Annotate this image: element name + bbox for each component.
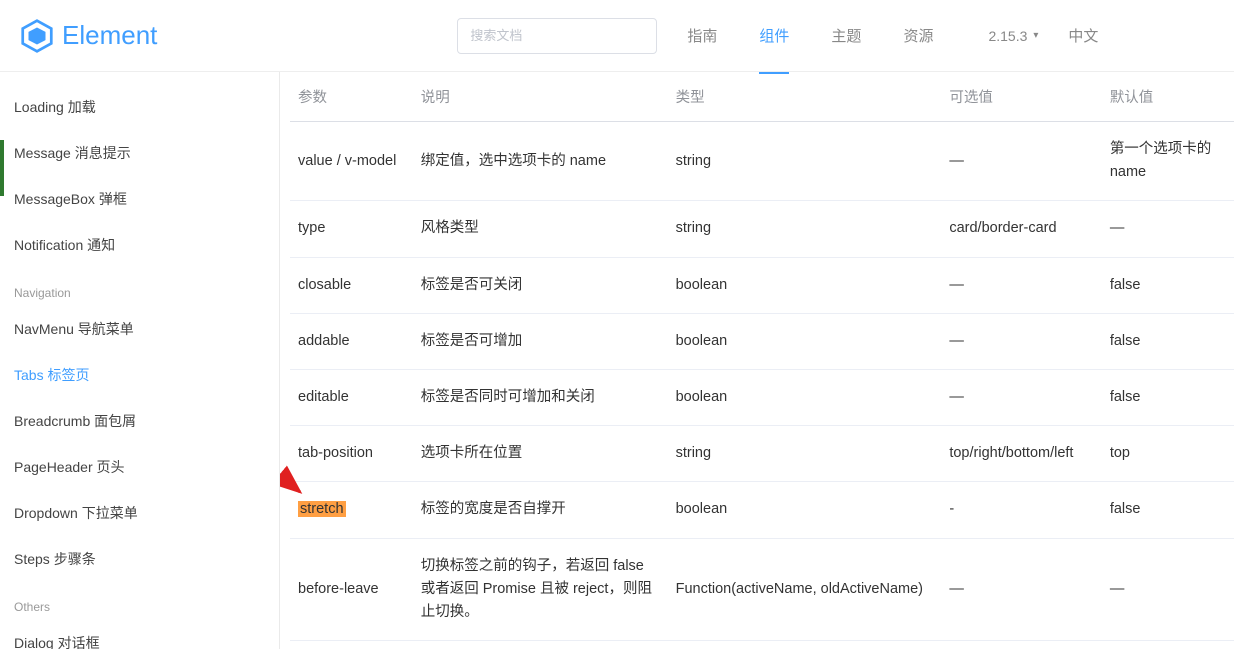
sidebar: Loading 加载Message 消息提示MessageBox 弹框Notif… (0, 72, 280, 649)
table-row: closable标签是否可关闭boolean—false (290, 257, 1234, 313)
cell-type: boolean (668, 482, 942, 538)
cell-type: string (668, 426, 942, 482)
cell-param: tab-position (290, 426, 413, 482)
search-box[interactable] (457, 18, 657, 54)
cell-def: — (1102, 538, 1234, 641)
cell-def: false (1102, 257, 1234, 313)
cell-desc: 标签是否可关闭 (413, 257, 668, 313)
search-input[interactable] (470, 28, 644, 43)
sidebar-item[interactable]: Breadcrumb 面包屑 (14, 398, 279, 444)
cell-param: before-leave (290, 538, 413, 641)
table-row: type风格类型stringcard/border-card— (290, 201, 1234, 257)
cell-param: value / v-model (290, 122, 413, 201)
th-opt: 可选值 (941, 72, 1101, 122)
element-logo-icon (20, 19, 54, 53)
cell-type: boolean (668, 313, 942, 369)
cell-opt: top/right/bottom/left (941, 426, 1101, 482)
scroll-indicator (0, 140, 4, 196)
cell-desc: 标签是否可增加 (413, 313, 668, 369)
cell-opt: — (941, 313, 1101, 369)
sidebar-group-navigation: Navigation (14, 268, 279, 306)
language-selector[interactable]: 中文 (1068, 25, 1098, 46)
sidebar-item[interactable]: Tabs 标签页 (14, 352, 279, 398)
cell-type: boolean (668, 369, 942, 425)
cell-param: stretch (290, 482, 413, 538)
cell-def: false (1102, 482, 1234, 538)
table-row: addable标签是否可增加boolean—false (290, 313, 1234, 369)
cell-type: string (668, 122, 942, 201)
nav-guide[interactable]: 指南 (687, 25, 717, 70)
sidebar-item[interactable]: PageHeader 页头 (14, 444, 279, 490)
table-row: before-leave切换标签之前的钩子，若返回 false 或者返回 Pro… (290, 538, 1234, 641)
logo[interactable]: Element (20, 19, 157, 53)
nav-links: 指南 组件 主题 资源 (687, 25, 933, 46)
brand-text: Element (62, 20, 157, 51)
sidebar-item[interactable]: Notification 通知 (14, 222, 279, 268)
cell-opt: — (941, 257, 1101, 313)
cell-param: addable (290, 313, 413, 369)
highlighted-text: stretch (298, 501, 346, 517)
cell-param: type (290, 201, 413, 257)
th-desc: 说明 (413, 72, 668, 122)
cell-def: 第一个选项卡的 name (1102, 122, 1234, 201)
chevron-down-icon: ▾ (1033, 30, 1038, 41)
th-type: 类型 (668, 72, 942, 122)
table-row: value / v-model绑定值，选中选项卡的 namestring—第一个… (290, 122, 1234, 201)
nav-theme[interactable]: 主题 (831, 25, 861, 70)
version-selector[interactable]: 2.15.3 ▾ (988, 28, 1038, 44)
sidebar-group-others: Others (14, 582, 279, 620)
sidebar-item[interactable]: MessageBox 弹框 (14, 176, 279, 222)
sidebar-item[interactable]: Dropdown 下拉菜单 (14, 490, 279, 536)
sidebar-item[interactable]: Loading 加载 (14, 84, 279, 130)
nav-resource[interactable]: 资源 (903, 25, 933, 70)
cell-desc: 切换标签之前的钩子，若返回 false 或者返回 Promise 且被 reje… (413, 538, 668, 641)
th-param: 参数 (290, 72, 413, 122)
cell-type: string (668, 201, 942, 257)
th-def: 默认值 (1102, 72, 1234, 122)
cell-def: top (1102, 426, 1234, 482)
cell-opt: - (941, 482, 1101, 538)
attributes-table: 参数 说明 类型 可选值 默认值 value / v-model绑定值，选中选项… (290, 72, 1234, 641)
cell-def: false (1102, 369, 1234, 425)
cell-type: Function(activeName, oldActiveName) (668, 538, 942, 641)
sidebar-item[interactable]: NavMenu 导航菜单 (14, 306, 279, 352)
nav-component[interactable]: 组件 (759, 25, 789, 70)
cell-opt: — (941, 122, 1101, 201)
cell-desc: 风格类型 (413, 201, 668, 257)
cell-opt: card/border-card (941, 201, 1101, 257)
content: 参数 说明 类型 可选值 默认值 value / v-model绑定值，选中选项… (280, 72, 1234, 649)
cell-desc: 绑定值，选中选项卡的 name (413, 122, 668, 201)
cell-param: editable (290, 369, 413, 425)
cell-def: — (1102, 201, 1234, 257)
cell-opt: — (941, 538, 1101, 641)
sidebar-item[interactable]: Dialog 对话框 (14, 620, 279, 649)
cell-param: closable (290, 257, 413, 313)
table-row: stretch 标签的宽度是否自撑开boolean-false (290, 482, 1234, 538)
table-row: editable标签是否同时可增加和关闭boolean—false (290, 369, 1234, 425)
cell-type: boolean (668, 257, 942, 313)
cell-desc: 标签的宽度是否自撑开 (413, 482, 668, 538)
sidebar-item[interactable]: Message 消息提示 (14, 130, 279, 176)
table-row: tab-position选项卡所在位置stringtop/right/botto… (290, 426, 1234, 482)
cell-desc: 选项卡所在位置 (413, 426, 668, 482)
header: Element 指南 组件 主题 资源 2.15.3 ▾ 中文 (0, 0, 1234, 72)
cell-desc: 标签是否同时可增加和关闭 (413, 369, 668, 425)
version-text: 2.15.3 (988, 28, 1027, 44)
sidebar-item[interactable]: Steps 步骤条 (14, 536, 279, 582)
cell-def: false (1102, 313, 1234, 369)
cell-opt: — (941, 369, 1101, 425)
